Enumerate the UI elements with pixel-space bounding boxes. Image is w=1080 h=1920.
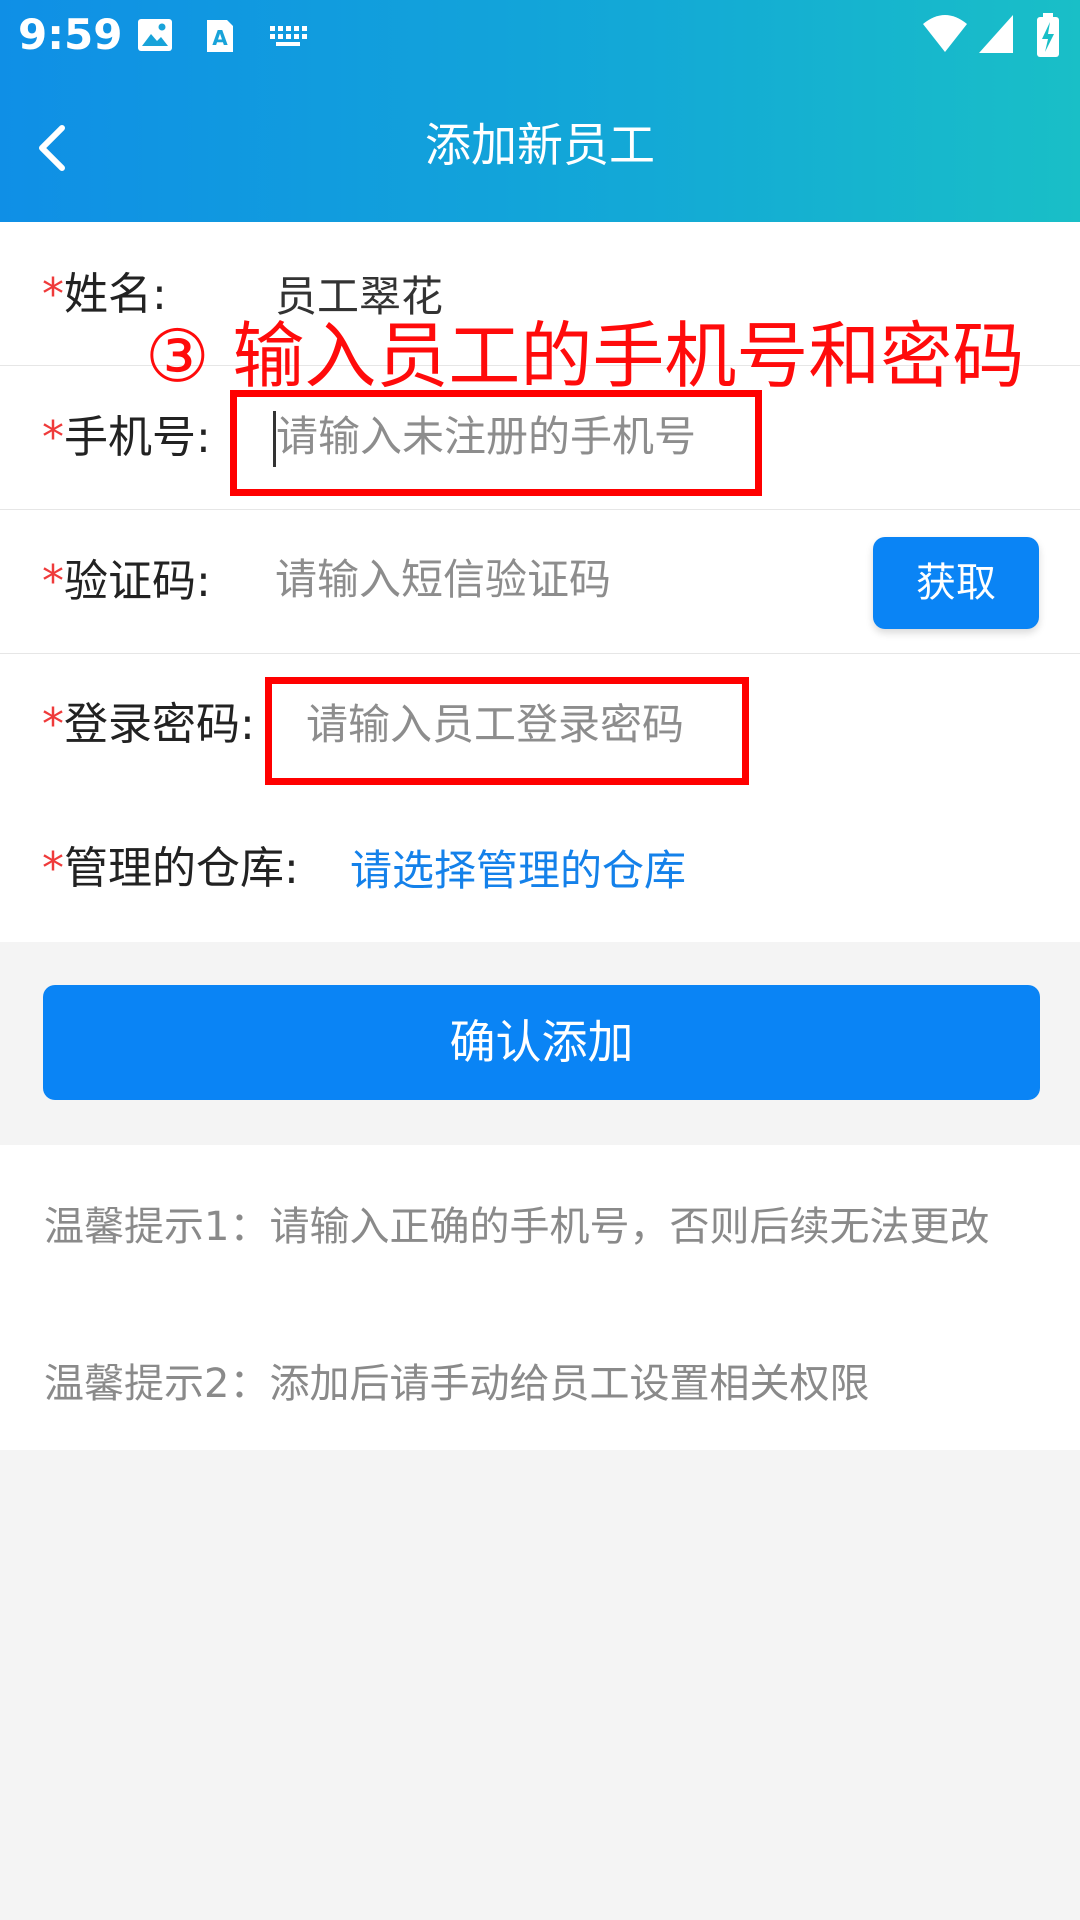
warehouse-row: *管理的仓库: 请选择管理的仓库 [0, 798, 1080, 941]
annotation-text: ③ 输入员工的手机号和密码 [145, 314, 1025, 398]
status-bar: 9:59 A [0, 0, 1080, 72]
image-icon [138, 19, 172, 51]
text-recognition-icon: A [207, 20, 233, 52]
annotation-box-phone [230, 390, 762, 496]
page-title: 添加新员工 [425, 118, 655, 172]
tip-2: 温馨提示2：添加后请手动给员工设置相关权限 [44, 1361, 870, 1407]
get-code-button[interactable]: 获取 [873, 537, 1039, 629]
cell-signal-icon [979, 15, 1013, 53]
code-label: *验证码: [42, 556, 211, 607]
battery-charging-icon [1037, 13, 1059, 57]
phone-label: *手机号: [42, 412, 211, 463]
password-label: *登录密码: [42, 699, 255, 750]
wifi-icon [923, 15, 967, 52]
keyboard-icon [270, 26, 307, 46]
code-input[interactable]: 请输入短信验证码 [275, 550, 611, 610]
annotation-box-password [265, 677, 749, 785]
warehouse-label: *管理的仓库: [42, 843, 299, 894]
tip-1: 温馨提示1：请输入正确的手机号，否则后续无法更改 [44, 1204, 990, 1250]
svg-text:A: A [212, 26, 228, 50]
top-bar: 9:59 A 添加新员工 [0, 0, 1080, 222]
status-time: 9:59 [18, 10, 123, 59]
confirm-add-button[interactable]: 确认添加 [43, 985, 1040, 1100]
warehouse-select-link[interactable]: 请选择管理的仓库 [350, 841, 686, 901]
tips-panel: 温馨提示1：请输入正确的手机号，否则后续无法更改 温馨提示2：添加后请手动给员工… [0, 1145, 1080, 1450]
